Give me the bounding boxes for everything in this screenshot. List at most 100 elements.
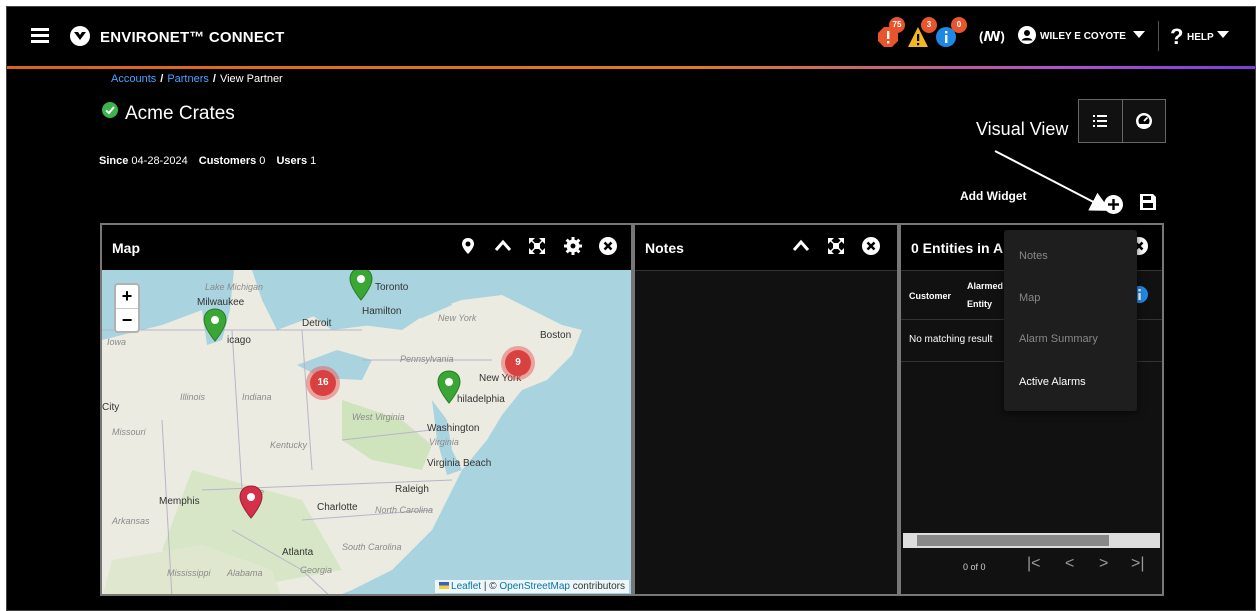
breadcrumb-separator: / xyxy=(212,73,216,85)
help-menu-label[interactable]: HELP xyxy=(1187,32,1214,43)
top-bar: ENVIRONET™ CONNECT 75 3 0 (ꟿ) WILEY E CO… xyxy=(7,7,1255,66)
breadcrumb-current: View Partner xyxy=(219,73,283,85)
map-marker-green[interactable] xyxy=(203,308,227,342)
map-label: Georgia xyxy=(300,565,333,575)
map-label: Washington xyxy=(427,423,480,434)
map-label: Boston xyxy=(540,330,572,341)
collapse-icon[interactable] xyxy=(791,236,811,256)
add-widget-menu: Notes Map Alarm Summary Active Alarms xyxy=(1004,230,1137,411)
attribution-contrib: contributors xyxy=(572,581,625,592)
map-attribution: Leaflet | © OpenStreetMap contributors xyxy=(435,580,629,593)
zoom-in-button[interactable]: + xyxy=(116,285,138,308)
map-label: Charlotte xyxy=(317,502,358,513)
map-label: Missouri xyxy=(112,427,146,437)
map-label: hiladelphia xyxy=(457,394,505,405)
map-label: Kentucky xyxy=(270,440,308,450)
save-layout-icon[interactable] xyxy=(1139,193,1157,211)
critical-alarm-count: 75 xyxy=(889,17,905,33)
map-cluster-marker[interactable]: 9 xyxy=(501,346,535,380)
map-marker-green[interactable] xyxy=(349,270,373,301)
map-label: Mississippi xyxy=(167,568,211,578)
map-label: Alabama xyxy=(227,568,263,578)
map-marker-green[interactable] xyxy=(437,370,461,404)
pagination-status: 0 of 0 xyxy=(963,562,986,572)
zoom-out-button[interactable]: − xyxy=(116,308,138,331)
map-label: Iowa xyxy=(107,337,127,347)
help-icon[interactable]: ? xyxy=(1170,24,1183,50)
first-page-button[interactable]: |< xyxy=(1027,555,1041,573)
map-label: Raleigh xyxy=(395,484,429,495)
horizontal-scrollbar[interactable] xyxy=(903,533,1160,548)
dashboard-view-button[interactable] xyxy=(1121,100,1165,142)
customers-value: 0 xyxy=(259,155,266,167)
user-menu-name[interactable]: WILEY E COYOTE xyxy=(1040,31,1126,42)
next-page-button[interactable]: > xyxy=(1099,555,1108,573)
map-widget: Map + − Lake Michigan Toronto Milwaukee … xyxy=(100,223,633,596)
map-label: Hamilton xyxy=(362,306,402,317)
close-widget-icon[interactable] xyxy=(861,236,881,256)
menu-item-alarm-summary[interactable]: Alarm Summary xyxy=(1019,333,1098,345)
map-label: icago xyxy=(227,335,251,346)
prev-page-button[interactable]: < xyxy=(1065,555,1074,573)
map-marker-red[interactable] xyxy=(239,485,263,519)
settings-gear-icon[interactable] xyxy=(563,236,583,256)
environet-logo-icon xyxy=(70,26,90,46)
user-menu-caret-icon[interactable] xyxy=(1133,31,1145,38)
notes-content[interactable] xyxy=(635,270,897,594)
help-menu-caret-icon[interactable] xyxy=(1217,31,1229,38)
map-label: New York xyxy=(438,313,477,323)
scrollbar-thumb[interactable] xyxy=(917,535,1109,546)
last-page-button[interactable]: >| xyxy=(1131,555,1145,573)
map-label: Memphis xyxy=(159,496,200,507)
breadcrumb-partners[interactable]: Partners xyxy=(167,73,209,85)
users-value: 1 xyxy=(310,155,317,167)
cluster-count: 16 xyxy=(310,370,336,396)
map-label: Toronto xyxy=(375,282,409,293)
ukraine-flag-icon xyxy=(439,582,450,589)
map-pin-icon[interactable] xyxy=(458,236,478,256)
view-mode-label: Visual View xyxy=(976,119,1069,139)
map-label: Virginia xyxy=(429,437,459,447)
map-label: South Carolina xyxy=(342,542,402,552)
menu-item-map[interactable]: Map xyxy=(1019,292,1040,304)
map-widget-header: Map xyxy=(102,225,631,270)
list-view-button[interactable] xyxy=(1079,100,1122,142)
map-widget-title: Map xyxy=(112,240,140,256)
status-ok-icon xyxy=(102,102,118,118)
map-cluster-marker[interactable]: 16 xyxy=(306,366,340,400)
connectivity-icon[interactable]: (ꟿ) xyxy=(979,29,1005,45)
users-label: Users xyxy=(276,155,308,167)
map-label: Illinois xyxy=(180,392,206,402)
user-avatar-icon[interactable] xyxy=(1018,26,1036,44)
menu-item-notes[interactable]: Notes xyxy=(1019,250,1048,262)
attribution-separator: | © xyxy=(483,581,497,592)
since-label: Since xyxy=(99,155,129,167)
map-zoom-control: + − xyxy=(114,283,140,333)
map-label: West Virginia xyxy=(352,412,405,422)
map-canvas[interactable]: + − Lake Michigan Toronto Milwaukee Hami… xyxy=(102,270,631,594)
menu-item-active-alarms[interactable]: Active Alarms xyxy=(1019,376,1086,388)
since-value: 04-28-2024 xyxy=(131,155,188,167)
map-label: North Carolina xyxy=(375,505,434,515)
expand-icon[interactable] xyxy=(527,236,547,256)
view-mode-toggle xyxy=(1078,99,1166,143)
leaflet-link[interactable]: Leaflet xyxy=(451,581,481,592)
map-label: Atlanta xyxy=(282,547,314,558)
notes-widget-title: Notes xyxy=(645,240,684,256)
breadcrumb-accounts[interactable]: Accounts xyxy=(111,73,156,85)
osm-link[interactable]: OpenStreetMap xyxy=(499,581,570,592)
breadcrumb-separator: / xyxy=(160,73,164,85)
app-title: ENVIRONET™ CONNECT xyxy=(100,29,285,46)
empty-message: No matching result xyxy=(909,334,993,345)
list-view-icon xyxy=(1093,115,1108,127)
breadcrumb: Accounts / Partners / View Partner xyxy=(111,73,283,85)
hamburger-menu-icon[interactable] xyxy=(31,28,49,43)
header-divider xyxy=(1158,21,1159,51)
column-header-entity[interactable]: Entity xyxy=(967,299,992,309)
expand-icon[interactable] xyxy=(826,236,846,256)
column-header-alarmed[interactable]: Alarmed xyxy=(967,281,1003,291)
column-header-customer[interactable]: Customer xyxy=(909,291,951,301)
add-widget-icon[interactable] xyxy=(1104,195,1123,214)
collapse-icon[interactable] xyxy=(493,236,513,256)
close-widget-icon[interactable] xyxy=(598,236,618,256)
